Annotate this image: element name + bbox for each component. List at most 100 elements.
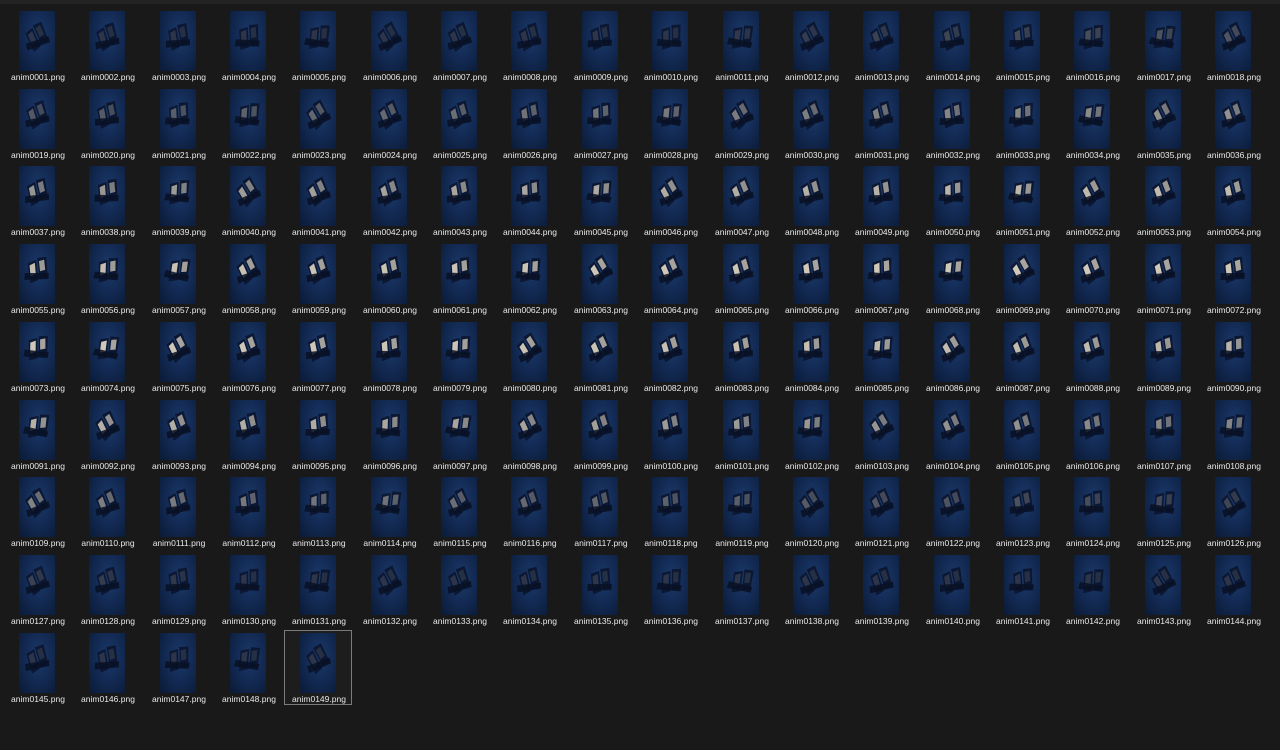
file-item[interactable]: anim0059.png xyxy=(284,241,352,316)
file-item[interactable]: anim0112.png xyxy=(214,474,282,549)
file-item[interactable]: anim0042.png xyxy=(355,163,423,238)
file-item[interactable]: anim0121.png xyxy=(847,474,915,549)
file-item[interactable]: anim0100.png xyxy=(636,397,704,472)
file-item[interactable]: anim0018.png xyxy=(1199,8,1267,83)
file-item[interactable]: anim0086.png xyxy=(918,319,986,394)
file-item[interactable]: anim0053.png xyxy=(1129,163,1197,238)
file-item[interactable]: anim0130.png xyxy=(214,552,282,627)
file-item[interactable]: anim0134.png xyxy=(495,552,563,627)
file-item[interactable]: anim0056.png xyxy=(73,241,141,316)
file-item[interactable]: anim0145.png xyxy=(3,630,71,705)
file-item[interactable]: anim0049.png xyxy=(847,163,915,238)
file-item[interactable]: anim0113.png xyxy=(284,474,352,549)
file-item[interactable]: anim0072.png xyxy=(1199,241,1267,316)
file-item[interactable]: anim0074.png xyxy=(73,319,141,394)
file-item[interactable]: anim0080.png xyxy=(495,319,563,394)
file-item[interactable]: anim0108.png xyxy=(1199,397,1267,472)
file-item[interactable]: anim0024.png xyxy=(355,86,423,161)
file-item[interactable]: anim0038.png xyxy=(73,163,141,238)
file-item[interactable]: anim0004.png xyxy=(214,8,282,83)
file-item[interactable]: anim0003.png xyxy=(144,8,212,83)
file-item[interactable]: anim0114.png xyxy=(355,474,423,549)
file-item[interactable]: anim0120.png xyxy=(777,474,845,549)
file-item[interactable]: anim0141.png xyxy=(988,552,1056,627)
file-item[interactable]: anim0147.png xyxy=(144,630,212,705)
file-item[interactable]: anim0060.png xyxy=(355,241,423,316)
file-item[interactable]: anim0129.png xyxy=(144,552,212,627)
file-item[interactable]: anim0068.png xyxy=(918,241,986,316)
file-item[interactable]: anim0083.png xyxy=(707,319,775,394)
file-item[interactable]: anim0040.png xyxy=(214,163,282,238)
file-item[interactable]: anim0093.png xyxy=(144,397,212,472)
file-item[interactable]: anim0021.png xyxy=(144,86,212,161)
file-item[interactable]: anim0107.png xyxy=(1129,397,1197,472)
file-item[interactable]: anim0001.png xyxy=(3,8,71,83)
file-item[interactable]: anim0032.png xyxy=(918,86,986,161)
file-item[interactable]: anim0066.png xyxy=(777,241,845,316)
file-item[interactable]: anim0062.png xyxy=(495,241,563,316)
file-item[interactable]: anim0019.png xyxy=(3,86,71,161)
file-item[interactable]: anim0055.png xyxy=(3,241,71,316)
file-item[interactable]: anim0034.png xyxy=(1058,86,1126,161)
file-item[interactable]: anim0128.png xyxy=(73,552,141,627)
file-item[interactable]: anim0119.png xyxy=(707,474,775,549)
file-item[interactable]: anim0041.png xyxy=(284,163,352,238)
file-item[interactable]: anim0012.png xyxy=(777,8,845,83)
file-item[interactable]: anim0022.png xyxy=(214,86,282,161)
file-item[interactable]: anim0044.png xyxy=(495,163,563,238)
file-item[interactable]: anim0029.png xyxy=(707,86,775,161)
file-item[interactable]: anim0031.png xyxy=(847,86,915,161)
file-item[interactable]: anim0142.png xyxy=(1058,552,1126,627)
file-item[interactable]: anim0046.png xyxy=(636,163,704,238)
file-item[interactable]: anim0135.png xyxy=(566,552,634,627)
file-item[interactable]: anim0097.png xyxy=(425,397,493,472)
file-item[interactable]: anim0061.png xyxy=(425,241,493,316)
file-item[interactable]: anim0103.png xyxy=(847,397,915,472)
file-item[interactable]: anim0143.png xyxy=(1129,552,1197,627)
file-item[interactable]: anim0015.png xyxy=(988,8,1056,83)
file-item[interactable]: anim0085.png xyxy=(847,319,915,394)
file-item[interactable]: anim0117.png xyxy=(566,474,634,549)
file-item[interactable]: anim0124.png xyxy=(1058,474,1126,549)
file-item[interactable]: anim0096.png xyxy=(355,397,423,472)
file-item[interactable]: anim0005.png xyxy=(284,8,352,83)
file-item[interactable]: anim0139.png xyxy=(847,552,915,627)
file-item[interactable]: anim0063.png xyxy=(566,241,634,316)
file-item[interactable]: anim0084.png xyxy=(777,319,845,394)
file-item[interactable]: anim0078.png xyxy=(355,319,423,394)
file-item[interactable]: anim0020.png xyxy=(73,86,141,161)
file-item[interactable]: anim0075.png xyxy=(144,319,212,394)
file-item[interactable]: anim0027.png xyxy=(566,86,634,161)
file-item[interactable]: anim0007.png xyxy=(425,8,493,83)
file-item[interactable]: anim0087.png xyxy=(988,319,1056,394)
file-item[interactable]: anim0010.png xyxy=(636,8,704,83)
file-item[interactable]: anim0011.png xyxy=(707,8,775,83)
file-item[interactable]: anim0082.png xyxy=(636,319,704,394)
file-item[interactable]: anim0052.png xyxy=(1058,163,1126,238)
file-item[interactable]: anim0132.png xyxy=(355,552,423,627)
file-item[interactable]: anim0014.png xyxy=(918,8,986,83)
file-item[interactable]: anim0144.png xyxy=(1199,552,1267,627)
file-item[interactable]: anim0076.png xyxy=(214,319,282,394)
file-item[interactable]: anim0116.png xyxy=(495,474,563,549)
file-item[interactable]: anim0035.png xyxy=(1129,86,1197,161)
file-item[interactable]: anim0110.png xyxy=(73,474,141,549)
file-item[interactable]: anim0058.png xyxy=(214,241,282,316)
file-item[interactable]: anim0101.png xyxy=(707,397,775,472)
file-item[interactable]: anim0136.png xyxy=(636,552,704,627)
file-item[interactable]: anim0071.png xyxy=(1129,241,1197,316)
file-item[interactable]: anim0122.png xyxy=(918,474,986,549)
file-item[interactable]: anim0109.png xyxy=(3,474,71,549)
file-item[interactable]: anim0050.png xyxy=(918,163,986,238)
file-item[interactable]: anim0026.png xyxy=(495,86,563,161)
file-item[interactable]: anim0102.png xyxy=(777,397,845,472)
file-item[interactable]: anim0115.png xyxy=(425,474,493,549)
file-item[interactable]: anim0089.png xyxy=(1129,319,1197,394)
file-item[interactable]: anim0133.png xyxy=(425,552,493,627)
file-item[interactable]: anim0039.png xyxy=(144,163,212,238)
file-item[interactable]: anim0025.png xyxy=(425,86,493,161)
file-item[interactable]: anim0106.png xyxy=(1058,397,1126,472)
file-item[interactable]: anim0146.png xyxy=(73,630,141,705)
file-item[interactable]: anim0105.png xyxy=(988,397,1056,472)
file-item[interactable]: anim0090.png xyxy=(1199,319,1267,394)
